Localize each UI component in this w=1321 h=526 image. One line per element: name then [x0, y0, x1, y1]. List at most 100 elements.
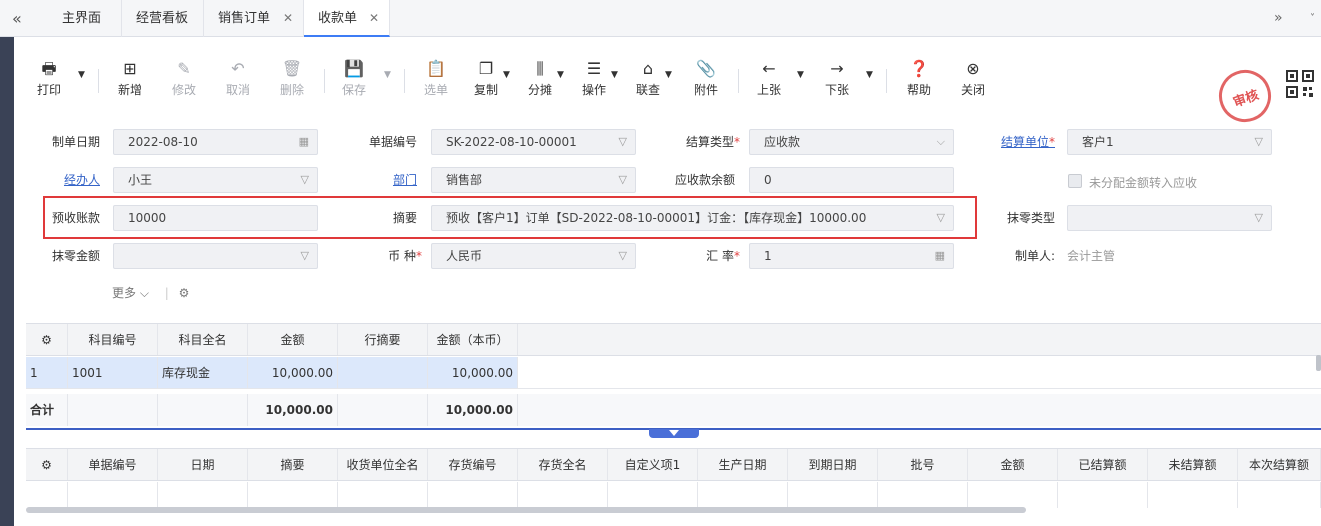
table-row[interactable]: 1 1001 库存现金 10,000.00 10,000.00 — [26, 357, 1321, 389]
query-dropdown[interactable]: ▼ — [665, 70, 672, 80]
handler-label[interactable]: 经办人 — [34, 167, 100, 193]
prev-button[interactable]: ← 上张 — [749, 59, 789, 98]
tab-receipt[interactable]: 收款单 ✕ — [304, 0, 390, 37]
cell-expiry-date[interactable] — [788, 482, 878, 508]
cell-item-code[interactable] — [428, 482, 518, 508]
linked-query-button[interactable]: ⌂ 联查 — [628, 59, 668, 98]
more-toggle[interactable]: 更多 ⌵ | ⚙ — [112, 284, 189, 301]
col-amount[interactable]: 金额 — [968, 449, 1058, 480]
operate-button[interactable]: ☰ 操作 — [574, 59, 614, 98]
filter-icon[interactable]: ▽ — [619, 244, 627, 268]
new-button[interactable]: ⊞ 新增 — [110, 59, 150, 98]
table-row[interactable] — [26, 482, 1321, 508]
cell-line-memo[interactable] — [338, 357, 428, 388]
col-item-name[interactable]: 存货全名 — [518, 449, 608, 480]
col-settled[interactable]: 已结算额 — [1058, 449, 1148, 480]
delete-button[interactable]: 🗑 删除 — [272, 59, 312, 98]
collapse-toggle[interactable] — [649, 429, 699, 438]
col-account-name[interactable]: 科目全名 — [158, 324, 248, 355]
cancel-button[interactable]: ↶ 取消 — [218, 59, 258, 98]
cell-production-date[interactable] — [698, 482, 788, 508]
print-dropdown[interactable]: ▼ — [78, 70, 85, 80]
col-consignee[interactable]: 收货单位全名 — [338, 449, 428, 480]
rate-field[interactable]: 1 ▦ — [749, 243, 954, 269]
col-production-date[interactable]: 生产日期 — [698, 449, 788, 480]
col-amount[interactable]: 金额 — [248, 324, 338, 355]
chevron-down-icon[interactable]: ⌵ — [937, 130, 945, 154]
chevron-down-icon[interactable]: ˅ — [1310, 0, 1315, 37]
cell-account-code[interactable]: 1001 — [68, 357, 158, 388]
cell-unsettled[interactable] — [1148, 482, 1238, 508]
cell-amount-local[interactable]: 10,000.00 — [428, 357, 518, 388]
handler-field[interactable]: 小王 ▽ — [113, 167, 318, 193]
round-amount-field[interactable]: ▽ — [113, 243, 318, 269]
double-chevron-right-icon[interactable]: » — [1274, 0, 1283, 37]
save-dropdown[interactable]: ▼ — [384, 70, 391, 80]
calendar-icon[interactable]: ▦ — [299, 130, 309, 154]
double-chevron-left-icon[interactable]: « — [12, 9, 22, 28]
settings-icon[interactable]: ⚙ — [26, 449, 68, 480]
currency-field[interactable]: 人民币 ▽ — [431, 243, 636, 269]
col-batch-no[interactable]: 批号 — [878, 449, 968, 480]
copy-button[interactable]: ❐ 复制 — [466, 59, 506, 98]
cell-date[interactable] — [158, 482, 248, 508]
next-button[interactable]: → 下张 — [817, 59, 857, 98]
tab-dashboard[interactable]: 经营看板 — [122, 0, 204, 37]
col-unsettled[interactable]: 未结算额 — [1148, 449, 1238, 480]
close-icon[interactable]: ✕ — [283, 0, 293, 37]
copy-dropdown[interactable]: ▼ — [503, 70, 510, 80]
settings-icon[interactable]: ⚙ — [179, 286, 190, 300]
cell-amount[interactable] — [968, 482, 1058, 508]
cell-summary[interactable] — [248, 482, 338, 508]
save-button[interactable]: 💾 保存 — [334, 59, 374, 98]
select-bill-button[interactable]: 📋 选单 — [416, 59, 456, 98]
docno-field[interactable]: SK-2022-08-10-00001 ▽ — [431, 129, 636, 155]
split-button[interactable]: ⫼ 分摊 — [520, 59, 560, 98]
edit-button[interactable]: ✎ 修改 — [164, 59, 204, 98]
filter-icon[interactable]: ▽ — [1255, 206, 1263, 230]
round-type-field[interactable]: ▽ — [1067, 205, 1272, 231]
date-field[interactable]: 2022-08-10 ▦ — [113, 129, 318, 155]
col-this-settlement[interactable]: 本次结算额 — [1238, 449, 1321, 480]
col-item-code[interactable]: 存货编号 — [428, 449, 518, 480]
col-account-code[interactable]: 科目编号 — [68, 324, 158, 355]
operate-dropdown[interactable]: ▼ — [611, 70, 618, 80]
col-expiry-date[interactable]: 到期日期 — [788, 449, 878, 480]
tab-home[interactable]: 主界面 — [48, 0, 122, 37]
filter-icon[interactable]: ▽ — [301, 168, 309, 192]
prev-dropdown[interactable]: ▼ — [797, 70, 804, 80]
cell-account-name[interactable]: 库存现金 — [158, 357, 248, 388]
col-amount-local[interactable]: 金额（本币） — [428, 324, 518, 355]
cell-this-settlement[interactable] — [1238, 482, 1321, 508]
cell-doc-no[interactable] — [68, 482, 158, 508]
help-button[interactable]: ❓ 帮助 — [899, 59, 939, 98]
cell-settled[interactable] — [1058, 482, 1148, 508]
settings-icon[interactable]: ⚙ — [26, 324, 68, 355]
col-custom-1[interactable]: 自定义项1 — [608, 449, 698, 480]
dept-field[interactable]: 销售部 ▽ — [431, 167, 636, 193]
calculator-icon[interactable]: ▦ — [935, 244, 945, 268]
split-dropdown[interactable]: ▼ — [557, 70, 564, 80]
settle-unit-label[interactable]: 结算单位* — [979, 129, 1055, 155]
cell-custom-1[interactable] — [608, 482, 698, 508]
dept-label[interactable]: 部门 — [344, 167, 417, 193]
settle-unit-field[interactable]: 客户1 ▽ — [1067, 129, 1272, 155]
next-dropdown[interactable]: ▼ — [866, 70, 873, 80]
cell-batch-no[interactable] — [878, 482, 968, 508]
cell-item-name[interactable] — [518, 482, 608, 508]
vertical-scrollbar[interactable] — [1316, 355, 1321, 371]
col-doc-no[interactable]: 单据编号 — [68, 449, 158, 480]
col-line-memo[interactable]: 行摘要 — [338, 324, 428, 355]
receivable-field[interactable]: 0 — [749, 167, 954, 193]
qr-code-icon[interactable] — [1286, 70, 1314, 98]
close-button[interactable]: ⊗ 关闭 — [953, 59, 993, 98]
attachment-button[interactable]: 📎 附件 — [686, 59, 726, 98]
cell-amount[interactable]: 10,000.00 — [248, 357, 338, 388]
col-summary[interactable]: 摘要 — [248, 449, 338, 480]
unallocated-checkbox[interactable] — [1068, 174, 1082, 188]
print-button[interactable]: 🖶 打印 — [29, 59, 69, 98]
close-icon[interactable]: ✕ — [369, 0, 379, 37]
tab-sales-order[interactable]: 销售订单 ✕ — [204, 0, 304, 37]
settle-type-select[interactable]: 应收款 ⌵ — [749, 129, 954, 155]
col-date[interactable]: 日期 — [158, 449, 248, 480]
